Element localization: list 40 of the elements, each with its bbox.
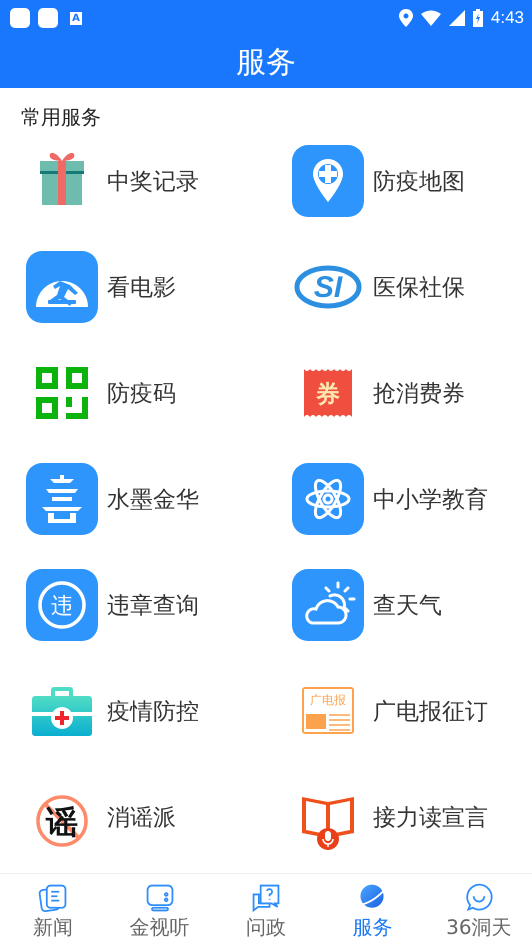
- weather-icon[interactable]: [292, 569, 364, 641]
- service-label[interactable]: 违章查询: [107, 590, 199, 620]
- service-label[interactable]: 查天气: [373, 590, 442, 620]
- nav-tab[interactable]: 问政: [212, 874, 320, 944]
- service-label[interactable]: 看电影: [107, 272, 176, 302]
- page-title: 服务: [236, 44, 296, 82]
- service-label[interactable]: 防疫地图: [373, 166, 465, 196]
- nav-tab[interactable]: 金视听: [106, 874, 213, 944]
- nav-tab[interactable]: 新闻: [0, 874, 106, 944]
- document-icon: [37, 882, 70, 914]
- tv-icon: [144, 882, 176, 914]
- nav-tab[interactable]: 服务: [319, 874, 426, 944]
- violation-char: 违: [51, 594, 73, 619]
- battery-icon: [472, 9, 483, 27]
- location-icon: [398, 9, 413, 27]
- newspaper-masthead: 广电报: [310, 693, 346, 707]
- clock-time: 4:43: [490, 8, 524, 28]
- service-label[interactable]: 中小学教育: [373, 484, 488, 514]
- service-label[interactable]: 防疫码: [107, 378, 176, 408]
- service-label[interactable]: 疫情防控: [107, 696, 199, 726]
- question-chat-icon: [250, 882, 282, 914]
- atom-icon[interactable]: [292, 463, 364, 535]
- section-title: 常用服务: [20, 104, 102, 131]
- nav-tab[interactable]: 36洞天: [426, 874, 532, 944]
- service-label[interactable]: 消谣派: [107, 802, 176, 832]
- notification-icon: [10, 8, 30, 28]
- map-pin-icon[interactable]: [292, 145, 364, 217]
- signal-icon: [448, 10, 465, 26]
- service-label[interactable]: 水墨金华: [107, 484, 199, 514]
- coupon-char: 券: [316, 380, 340, 408]
- service-label[interactable]: 医保社保: [373, 272, 465, 302]
- notification-icon: [38, 8, 58, 28]
- service-label[interactable]: 接力读宣言: [373, 802, 488, 832]
- pagoda-icon[interactable]: [26, 463, 98, 535]
- wifi-icon: [420, 10, 441, 26]
- service-label[interactable]: 抢消费券: [373, 378, 465, 408]
- service-label[interactable]: 中奖记录: [107, 166, 199, 196]
- app-badge: A: [70, 12, 82, 24]
- logo-text: SI: [314, 271, 342, 304]
- service-label[interactable]: 广电报征订: [373, 696, 488, 726]
